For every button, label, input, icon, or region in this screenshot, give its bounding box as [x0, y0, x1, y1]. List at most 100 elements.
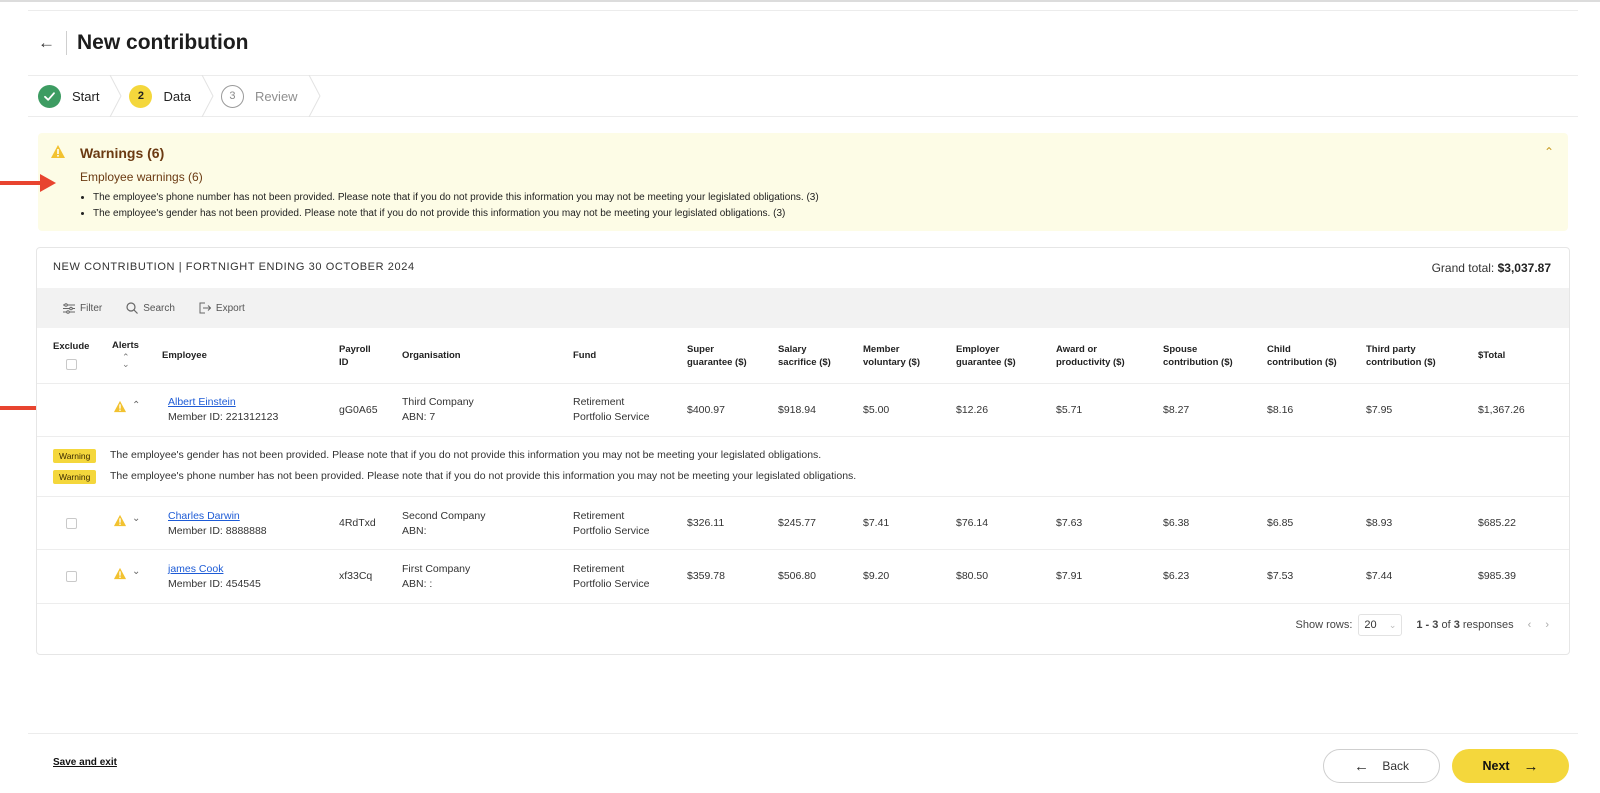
- child-value: $6.85: [1267, 517, 1294, 529]
- sort-icon[interactable]: ⌃ ⌄: [122, 353, 130, 369]
- employer-guarantee-value: $76.14: [956, 517, 989, 529]
- page-header: ← New contribution: [38, 28, 249, 58]
- chevron-up-icon[interactable]: ⌃: [132, 400, 140, 411]
- show-rows-label: Show rows:: [1295, 619, 1353, 631]
- arrow-right-icon: →: [1523, 757, 1539, 775]
- column-header-child-contribution: Child contribution ($): [1267, 343, 1337, 369]
- child-value: $7.53: [1267, 570, 1294, 582]
- organisation-name: Second Company: [402, 510, 486, 522]
- fund-cell: Retirement Portfolio Service: [573, 562, 649, 592]
- chevron-down-icon[interactable]: ⌄: [132, 566, 140, 577]
- list-item: The employee's phone number has not been…: [93, 192, 819, 203]
- search-label: Search: [143, 302, 175, 314]
- organisation-name: First Company: [402, 563, 471, 575]
- header-line: contribution ($): [1267, 357, 1337, 368]
- exclude-checkbox[interactable]: [66, 571, 77, 582]
- organisation-name: Third Company: [402, 396, 474, 408]
- third-party-value: $7.44: [1366, 570, 1393, 582]
- column-header-organisation: Organisation: [402, 350, 461, 361]
- total-value: $1,367.26: [1478, 404, 1525, 416]
- column-header-super-guarantee: Super guarantee ($): [687, 343, 747, 369]
- fund-line: Retirement: [573, 510, 625, 522]
- arrow-left-icon[interactable]: ←: [38, 33, 58, 53]
- abn: ABN:: [402, 525, 427, 537]
- chevron-up-icon[interactable]: ⌃: [1544, 145, 1554, 159]
- salary-sacrifice-value: $918.94: [778, 404, 816, 416]
- filter-button[interactable]: Filter: [63, 303, 102, 314]
- save-and-exit-link[interactable]: Save and exit: [53, 757, 117, 768]
- warning-icon: [50, 144, 66, 162]
- fund-line: Portfolio Service: [573, 578, 650, 590]
- employee-cell: james Cook Member ID: 454545: [168, 562, 261, 592]
- search-icon: [126, 302, 139, 314]
- row-divider: [37, 549, 1569, 550]
- warning-badge: Warning: [53, 449, 97, 463]
- next-button[interactable]: Next →: [1452, 749, 1569, 783]
- back-button[interactable]: ← Back: [1323, 749, 1440, 783]
- page-suffix: responses: [1462, 619, 1514, 631]
- header-line: ID: [339, 357, 349, 368]
- total-value: $685.22: [1478, 517, 1516, 529]
- chevron-left-icon[interactable]: ‹: [1528, 619, 1532, 631]
- top-divider: [28, 10, 1578, 11]
- column-header-spouse-contribution: Spouse contribution ($): [1163, 343, 1233, 369]
- employee-link[interactable]: james Cook: [168, 563, 223, 575]
- fund-cell: Retirement Portfolio Service: [573, 509, 649, 539]
- spouse-value: $8.27: [1163, 404, 1190, 416]
- column-header-member-voluntary: Member voluntary ($): [863, 343, 920, 369]
- chevron-right-icon[interactable]: ›: [1545, 619, 1549, 631]
- member-id: Member ID: 221312123: [168, 411, 279, 423]
- header-divider: [66, 31, 67, 55]
- rows-per-page-select[interactable]: 20 ⌄: [1358, 614, 1403, 636]
- chevron-down-icon[interactable]: ⌄: [132, 513, 140, 524]
- super-guarantee-value: $400.97: [687, 404, 725, 416]
- fund-line: Retirement: [573, 563, 625, 575]
- third-party-value: $7.95: [1366, 404, 1393, 416]
- grand-total-value: $3,037.87: [1497, 261, 1551, 275]
- employee-link[interactable]: Charles Darwin: [168, 510, 240, 522]
- progress-stepper: Start 2 Data 3 Review: [28, 74, 1578, 118]
- warning-text: The employee's phone number has not been…: [110, 470, 857, 482]
- export-button[interactable]: Export: [199, 302, 245, 314]
- employee-link[interactable]: Albert Einstein: [168, 396, 236, 408]
- warning-icon[interactable]: [113, 514, 127, 530]
- child-value: $8.16: [1267, 404, 1294, 416]
- spouse-value: $6.38: [1163, 517, 1190, 529]
- step-review[interactable]: 3 Review: [220, 74, 328, 118]
- arrow-left-icon: ←: [1353, 757, 1369, 775]
- warning-icon[interactable]: [113, 567, 127, 583]
- warning-icon[interactable]: [113, 400, 127, 416]
- column-header-employer-guarantee: Employer guarantee ($): [956, 343, 1016, 369]
- row-divider: [37, 496, 1569, 497]
- warnings-title: Warnings (6): [80, 145, 165, 161]
- header-line: Employer: [956, 344, 1000, 355]
- column-header-total: $Total: [1478, 350, 1506, 361]
- employee-cell: Charles Darwin Member ID: 8888888: [168, 509, 267, 539]
- step-label: Start: [72, 88, 100, 104]
- page-range: 1 - 3: [1416, 619, 1439, 631]
- contribution-table-panel: NEW CONTRIBUTION | FORTNIGHT ENDING 30 O…: [36, 247, 1570, 655]
- back-label: Back: [1382, 759, 1410, 773]
- exclude-checkbox[interactable]: [66, 518, 77, 529]
- row-divider: [37, 436, 1569, 437]
- payroll-id: gG0A65: [339, 404, 378, 416]
- chevron-down-icon: ⌄: [1388, 619, 1397, 630]
- exclude-all-checkbox[interactable]: [66, 359, 77, 370]
- grand-total: Grand total: $3,037.87: [1432, 261, 1551, 275]
- fund-line: Portfolio Service: [573, 525, 650, 537]
- search-button[interactable]: Search: [126, 302, 175, 314]
- warning-badge: Warning: [53, 470, 97, 484]
- step-label: Review: [254, 88, 298, 104]
- header-line: contribution ($): [1366, 357, 1436, 368]
- warnings-panel: Warnings (6) ⌃ Employee warnings (6) The…: [38, 133, 1568, 231]
- organisation-cell: Second Company ABN:: [402, 509, 485, 539]
- award-value: $7.63: [1056, 517, 1083, 529]
- column-header-employee: Employee: [162, 350, 207, 361]
- step-data[interactable]: 2 Data: [129, 74, 220, 118]
- step-separator-icon: [201, 74, 215, 118]
- warning-text: The employee's gender has not been provi…: [110, 449, 822, 461]
- step-start[interactable]: Start: [28, 74, 129, 118]
- third-party-value: $8.93: [1366, 517, 1393, 529]
- header-line: Super: [687, 344, 714, 355]
- header-line: sacrifice ($): [778, 357, 831, 368]
